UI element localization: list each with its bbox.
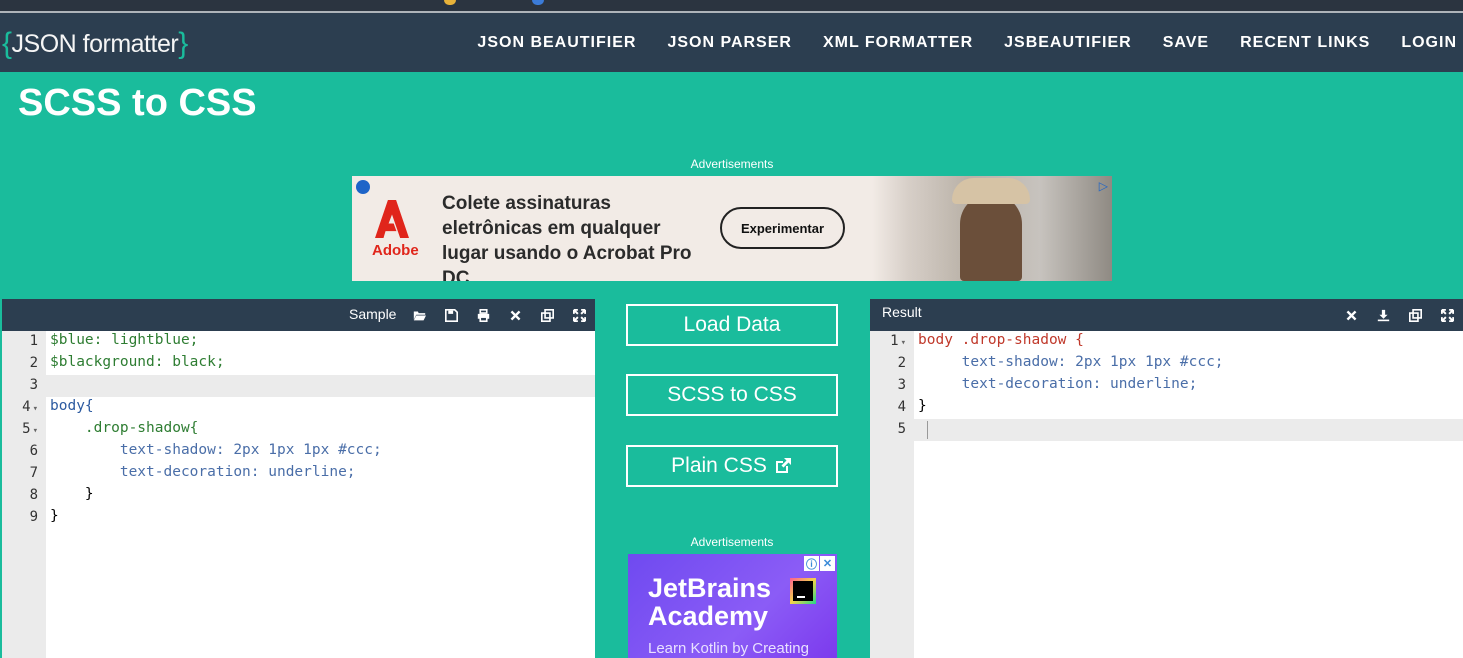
side-ad-jetbrains[interactable]: JetBrains Academy Learn Kotlin by Creati…	[628, 554, 837, 658]
download-icon[interactable]	[1373, 305, 1393, 325]
adobe-logo: Adobe	[372, 200, 419, 260]
line-number: 2	[29, 355, 38, 371]
clear-icon[interactable]	[505, 305, 525, 325]
jetbrains-logo-icon	[790, 578, 816, 604]
line-number: 1	[29, 333, 38, 349]
plain-css-label: Plain CSS	[671, 454, 767, 477]
top-navbar: { JSON formatter } JSON BEAUTIFIER JSON …	[0, 13, 1463, 72]
result-toolbar	[1341, 305, 1457, 325]
line-number: 2	[897, 355, 906, 371]
line-number: 6	[29, 443, 38, 459]
folder-open-icon[interactable]	[409, 305, 429, 325]
fullscreen-icon[interactable]	[1437, 305, 1457, 325]
clear-icon[interactable]	[1341, 305, 1361, 325]
code-line: body .drop-shadow {	[918, 332, 1084, 348]
code-line: body{	[50, 398, 94, 414]
top-ad-banner[interactable]: Adobe Colete assinaturas eletrônicas em …	[352, 176, 1112, 281]
code-line: .drop-shadow{	[50, 420, 199, 436]
line-number: 5 ▾	[22, 421, 38, 437]
nav-save[interactable]: SAVE	[1163, 34, 1209, 52]
site-logo[interactable]: { JSON formatter }	[2, 27, 188, 60]
scss-to-css-label: SCSS to CSS	[667, 383, 797, 406]
code-line: $blue: lightblue;	[50, 332, 199, 348]
external-link-icon	[775, 458, 791, 473]
result-editor-panel: Result 1 ▾ 2 3 4 5 body .drop-shadow { te…	[870, 299, 1463, 658]
ad-controls: ⓘ ✕	[804, 556, 835, 571]
ad-close-icon[interactable]: ✕	[820, 556, 835, 571]
nav-recent-links[interactable]: RECENT LINKS	[1240, 34, 1370, 52]
line-number: 5	[897, 421, 906, 437]
nav-jsbeautifier[interactable]: JSBEAUTIFIER	[1004, 34, 1132, 52]
line-number: 3	[29, 377, 38, 393]
ad-cta-button[interactable]: Experimentar	[720, 207, 845, 249]
page-title: SCSS to CSS	[18, 82, 257, 124]
code-line: text-shadow: 2px 1px 1px #ccc;	[50, 442, 382, 458]
sample-panel-title: Sample	[349, 306, 397, 322]
browser-tab-favicon	[532, 0, 544, 5]
nav-json-beautifier[interactable]: JSON BEAUTIFIER	[477, 34, 636, 52]
copy-icon[interactable]	[537, 305, 557, 325]
code-line: text-shadow: 2px 1px 1px #ccc;	[918, 354, 1224, 370]
line-number: 4	[897, 399, 906, 415]
logo-text: JSON formatter	[11, 29, 179, 58]
code-line: }	[50, 486, 94, 502]
browser-tab-favicon	[444, 0, 456, 5]
code-line: text-decoration: underline;	[918, 376, 1198, 392]
line-number: 3	[897, 377, 906, 393]
line-number: 8	[29, 487, 38, 503]
result-panel-header: Result	[870, 299, 1463, 331]
save-icon[interactable]	[441, 305, 461, 325]
logo-close-brace: }	[178, 27, 188, 60]
side-ad-title: JetBrains Academy	[648, 573, 772, 631]
fold-arrow-icon[interactable]: ▾	[901, 338, 906, 348]
ad-copy: Colete assinaturas eletrônicas em qualqu…	[442, 193, 692, 281]
code-line: text-decoration: underline;	[50, 464, 356, 480]
text-cursor	[927, 421, 928, 439]
fold-arrow-icon[interactable]: ▾	[33, 404, 38, 414]
fold-arrow-icon[interactable]: ▾	[33, 426, 38, 436]
ads-label-top: Advertisements	[690, 157, 774, 171]
result-panel-title: Result	[882, 304, 922, 320]
browser-tab-strip	[0, 0, 1463, 13]
ad-photo-hat	[952, 178, 1030, 204]
main-nav: JSON BEAUTIFIER JSON PARSER XML FORMATTE…	[446, 26, 1457, 60]
scss-to-css-button[interactable]: SCSS to CSS	[626, 374, 838, 416]
logo-open-brace: {	[2, 27, 12, 60]
nav-json-parser[interactable]: JSON PARSER	[667, 34, 792, 52]
ad-photo-person	[960, 194, 1022, 281]
load-data-button[interactable]: Load Data	[626, 304, 838, 346]
adchoices-icon[interactable]	[356, 180, 370, 194]
adobe-wordmark: Adobe	[372, 242, 419, 259]
sample-panel-header: Sample	[2, 299, 595, 331]
line-number: 9	[29, 509, 38, 525]
code-line: $blackground: black;	[50, 354, 225, 370]
ad-info-icon[interactable]: ▷	[1099, 179, 1108, 193]
nav-login[interactable]: LOGIN	[1401, 34, 1457, 52]
plain-css-button[interactable]: Plain CSS	[626, 445, 838, 487]
side-ad-subtitle: Learn Kotlin by Creating	[648, 640, 809, 657]
print-icon[interactable]	[473, 305, 493, 325]
sample-code-area[interactable]	[46, 331, 595, 658]
adobe-a-icon	[375, 200, 409, 238]
copy-icon[interactable]	[1405, 305, 1425, 325]
load-data-label: Load Data	[683, 313, 781, 336]
code-line: }	[50, 508, 59, 524]
fullscreen-icon[interactable]	[569, 305, 589, 325]
ad-info-icon[interactable]: ⓘ	[804, 556, 819, 571]
nav-xml-formatter[interactable]: XML FORMATTER	[823, 34, 973, 52]
line-number: 7	[29, 465, 38, 481]
sample-toolbar	[409, 305, 589, 325]
ad-photo: ▷	[872, 176, 1112, 281]
line-number: 1 ▾	[890, 333, 906, 349]
code-line: }	[918, 398, 927, 414]
ads-label-side: Advertisements	[690, 535, 774, 549]
line-number: 4 ▾	[22, 399, 38, 415]
sample-editor-panel: Sample 1 2 3 4 ▾ 5 ▾ 6 7 8 9 $blue: ligh…	[2, 299, 595, 658]
